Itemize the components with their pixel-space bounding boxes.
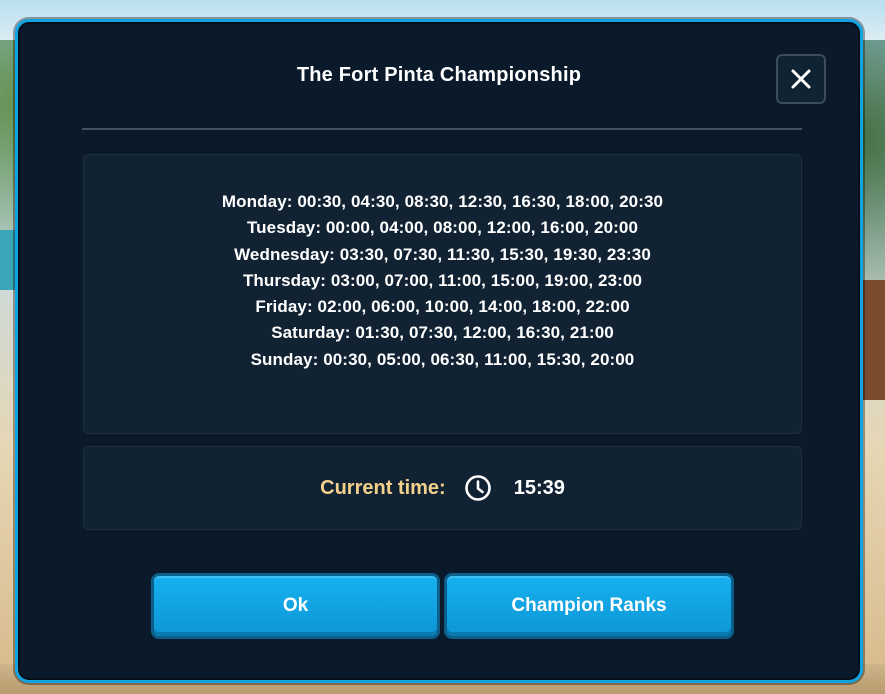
current-time-value: 15:39 xyxy=(513,476,565,499)
dialog-title: The Fort Pinta Championship xyxy=(296,64,582,86)
close-icon xyxy=(791,69,811,89)
title-divider xyxy=(82,128,802,130)
schedule-thursday: Thursday: 03:00, 07:00, 11:00, 15:00, 19… xyxy=(242,270,643,290)
schedule-saturday: Saturday: 01:30, 07:30, 12:00, 16:30, 21… xyxy=(271,323,614,343)
schedule-sunday: Sunday: 00:30, 05:00, 06:30, 11:00, 15:3… xyxy=(250,349,635,369)
schedule-wednesday: Wednesday: 03:30, 07:30, 11:30, 15:30, 1… xyxy=(234,244,651,264)
schedule-panel: Monday: 00:30, 04:30, 08:30, 12:30, 16:3… xyxy=(83,154,802,434)
ok-button[interactable]: Ok xyxy=(151,573,440,639)
championship-dialog: The Fort Pinta Championship Monday: 00:3… xyxy=(15,19,863,683)
champion-ranks-button[interactable]: Champion Ranks xyxy=(444,573,734,639)
schedule-tuesday: Tuesday: 00:00, 04:00, 08:00, 12:00, 16:… xyxy=(246,218,639,238)
schedule-monday: Monday: 00:30, 04:30, 08:30, 12:30, 16:3… xyxy=(221,192,664,211)
current-time-panel: Current time: 15:39 xyxy=(83,446,802,530)
close-button[interactable] xyxy=(776,54,826,104)
schedule-friday: Friday: 02:00, 06:00, 10:00, 14:00, 18:0… xyxy=(255,297,630,317)
clock-icon xyxy=(464,475,491,501)
current-time-label: Current time: xyxy=(320,476,446,499)
schedule-list: Monday: 00:30, 04:30, 08:30, 12:30, 16:3… xyxy=(84,155,801,373)
